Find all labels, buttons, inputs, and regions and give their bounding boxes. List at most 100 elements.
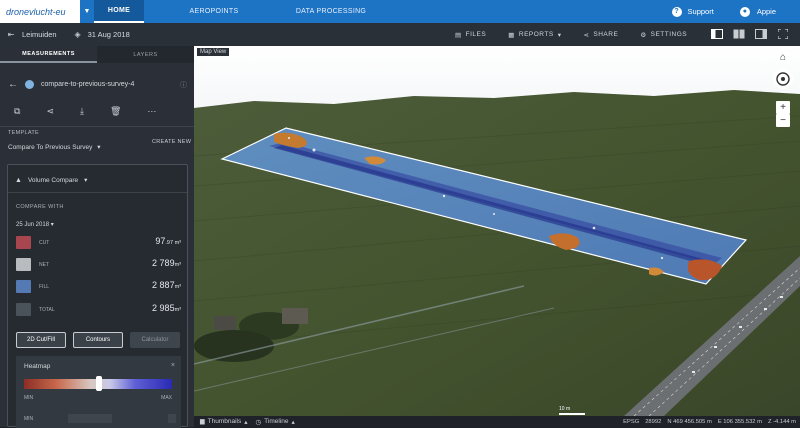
calculator-button[interactable]: Calculator xyxy=(130,332,180,348)
share-icon[interactable]: ⋖ xyxy=(46,106,54,117)
zoom-in-icon[interactable]: + xyxy=(776,101,790,114)
east-coordinate: E 106 355.532 m xyxy=(717,418,762,425)
map-view[interactable]: Map View ⌂ + − 10 m xyxy=(194,46,800,416)
files-icon: ▤ xyxy=(455,31,462,39)
tab-layers[interactable]: LAYERS xyxy=(97,46,194,63)
chevron-up-icon: ▴ xyxy=(244,418,248,426)
clock-icon: ◷ xyxy=(255,418,262,426)
support-link[interactable]: Support xyxy=(688,7,714,16)
total-swatch[interactable] xyxy=(16,303,31,316)
cut-swatch[interactable] xyxy=(16,236,31,249)
home-icon[interactable]: ⌂ xyxy=(776,51,790,64)
map-canvas[interactable] xyxy=(194,46,800,416)
user-name[interactable]: Appie xyxy=(757,7,776,16)
delete-icon[interactable]: 🗑 xyxy=(110,106,121,117)
nav-aeropoints[interactable]: AEROPOINTS xyxy=(164,0,264,23)
user-avatar-icon[interactable]: ● xyxy=(739,6,750,17)
compare-with-label: COMPARE WITH xyxy=(16,204,64,210)
copy-icon[interactable]: ⧉ xyxy=(14,106,20,117)
volume-compare-panel: ▲ Volume Compare ▾ COMPARE WITH 25 Jun 2… xyxy=(7,164,188,428)
coordinate-readout: EPSG 28992 N 469 456.505 m E 106 355.532… xyxy=(623,416,796,427)
measurement-name[interactable]: compare-to-previous-survey-4 xyxy=(41,81,134,88)
cut-fill-2d-button[interactable]: 2D Cut/Fill xyxy=(16,332,66,348)
tab-measurements[interactable]: MEASUREMENTS xyxy=(0,46,97,63)
image-icon: ▆ xyxy=(200,419,205,425)
chevron-up-icon: ▴ xyxy=(291,418,295,426)
survey-toolbar: ⇤ Leimuiden ◈ 31 Aug 2018 ▤ FILES ▦ REPORT… xyxy=(0,23,800,46)
download-icon[interactable]: ⤓ xyxy=(80,106,84,117)
epsg-value[interactable]: 28992 xyxy=(645,419,661,425)
files-button[interactable]: ▤ FILES xyxy=(455,31,486,39)
measurement-color-dot[interactable] xyxy=(25,80,34,89)
gear-icon: ⚙ xyxy=(640,31,647,39)
heatmap-min-input[interactable] xyxy=(68,414,112,423)
layout-split-icon[interactable] xyxy=(732,27,746,41)
net-label: NET xyxy=(39,262,49,268)
layout-sidebar-icon[interactable] xyxy=(710,27,724,41)
help-icon[interactable]: ? xyxy=(671,6,682,17)
compare-date: 25 Jun 2018 xyxy=(16,222,50,228)
account-switch-caret-icon[interactable]: ▼ xyxy=(80,0,94,23)
reports-button[interactable]: ▦ REPORTS ▾ xyxy=(508,31,561,39)
heatmap-min-input-label: MIN xyxy=(24,416,34,422)
location-name[interactable]: Leimuiden xyxy=(22,30,57,39)
timeline-toggle[interactable]: ◷ Timeline ▴ xyxy=(256,418,295,426)
fill-swatch[interactable] xyxy=(16,280,31,293)
share-button[interactable]: ⋖ SHARE xyxy=(583,31,618,39)
survey-date[interactable]: 31 Aug 2018 xyxy=(88,30,130,39)
back-arrow-icon[interactable]: ← xyxy=(8,79,18,90)
info-icon[interactable]: ⓘ xyxy=(180,80,187,90)
template-label: TEMPLATE xyxy=(8,130,40,136)
nav-data-processing[interactable]: DATA PROCESSING xyxy=(286,0,376,23)
z-coordinate: Z -4.144 m xyxy=(767,418,796,425)
total-label: TOTAL xyxy=(39,307,55,313)
scale-label: 10 m xyxy=(559,406,571,412)
volume-row-cut: CUT 97.97 m³ xyxy=(16,236,181,250)
divider xyxy=(8,192,187,193)
heatmap-max-label: MAX xyxy=(161,395,172,401)
compare-date-select[interactable]: 25 Jun 2018 ▾ xyxy=(16,221,54,228)
top-nav-bar: dronevlucht-eu ▼ HOME AEROPOINTS DATA PR… xyxy=(0,0,800,23)
panel-title: Volume Compare xyxy=(27,176,79,184)
create-new-button[interactable]: CREATE NEW xyxy=(152,139,191,145)
share-label: SHARE xyxy=(593,31,619,38)
logo[interactable]: dronevlucht-eu xyxy=(0,0,80,23)
nav-home[interactable]: HOME xyxy=(94,0,144,23)
back-icon[interactable]: ⇤ xyxy=(6,30,16,40)
zoom-out-icon[interactable]: − xyxy=(776,114,790,127)
share-icon: ⋖ xyxy=(583,31,590,39)
sidebar: MEASUREMENTS LAYERS ← compare-to-previou… xyxy=(0,46,204,428)
fullscreen-icon[interactable] xyxy=(776,27,790,41)
mountain-icon: ▲ xyxy=(15,176,22,184)
net-swatch[interactable] xyxy=(16,258,31,271)
panel-title-row[interactable]: ▲ Volume Compare ▾ xyxy=(15,176,87,185)
survey-cube-icon: ◈ xyxy=(74,30,81,39)
epsg-label: EPSG xyxy=(623,418,640,425)
heatmap-min-label: MIN xyxy=(24,395,34,401)
settings-label: SETTINGS xyxy=(650,31,688,38)
volume-row-fill: FILL 2 887m³ xyxy=(16,280,181,294)
heatmap-label: Heatmap xyxy=(24,363,51,370)
thumbnails-label: Thumbnails xyxy=(207,418,242,425)
cut-label: CUT xyxy=(39,240,50,246)
reports-icon: ▦ xyxy=(508,31,515,39)
compass-icon[interactable] xyxy=(773,69,793,89)
volume-row-total: TOTAL 2 985m³ xyxy=(16,303,181,317)
files-label: FILES xyxy=(465,31,487,38)
thumbnails-toggle[interactable]: ▆ Thumbnails ▴ xyxy=(200,418,248,426)
heatmap-max-input[interactable] xyxy=(168,414,176,423)
volume-row-net: NET 2 789m³ xyxy=(16,258,181,272)
settings-button[interactable]: ⚙ SETTINGS xyxy=(640,31,687,39)
chevron-down-icon: ▾ xyxy=(50,222,54,228)
contours-button[interactable]: Contours xyxy=(73,332,123,348)
layout-panel-icon[interactable] xyxy=(754,27,768,41)
cut-value: 97.97 m³ xyxy=(155,236,181,246)
north-coordinate: N 469 456.505 m xyxy=(667,418,712,425)
template-select[interactable]: Compare To Previous Survey ▾ xyxy=(8,143,101,151)
net-value: 2 789m³ xyxy=(152,258,181,268)
more-icon[interactable]: ⋯ xyxy=(147,106,156,117)
close-icon[interactable]: × xyxy=(171,362,175,369)
heatmap-slider-handle[interactable] xyxy=(96,376,102,391)
user-area: ? Support ● Appie xyxy=(671,0,800,23)
logo-text: dronevlucht-eu xyxy=(6,6,66,17)
